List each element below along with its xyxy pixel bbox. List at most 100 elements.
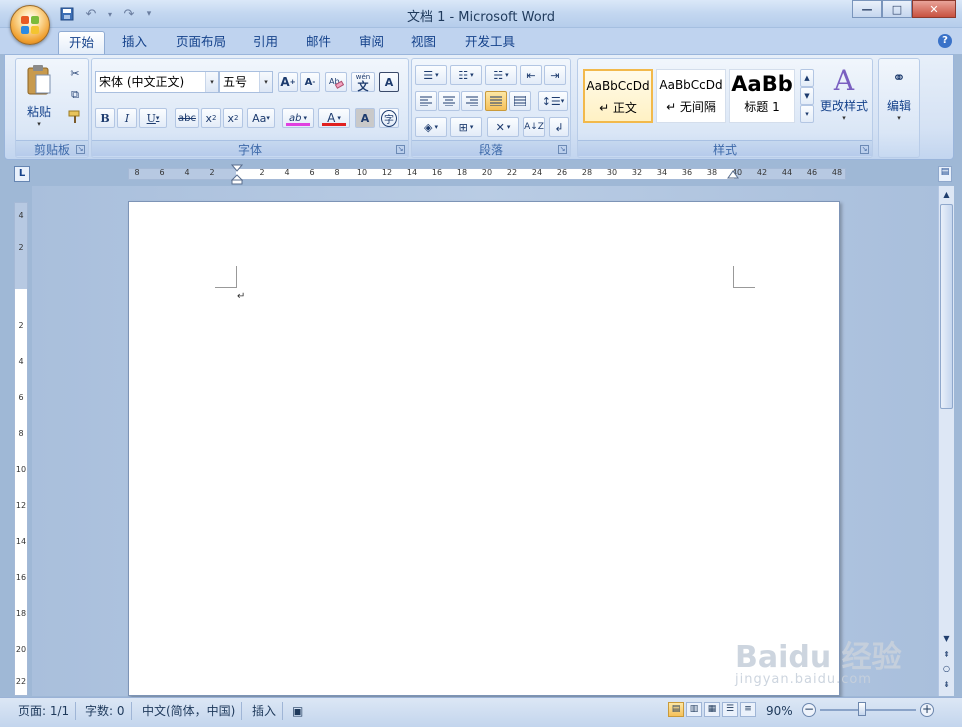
change-case-icon[interactable]: Aa ▾ <box>247 108 275 128</box>
align-center-icon[interactable] <box>438 91 460 111</box>
tab-developer[interactable]: 开发工具 <box>455 31 525 54</box>
paragraph-dialog-launcher[interactable]: ↘ <box>558 145 567 154</box>
zoom-slider-track[interactable] <box>820 709 916 711</box>
shading-icon[interactable]: ◈ ▾ <box>415 117 447 137</box>
insert-mode-indicator[interactable]: 插入 <box>246 702 284 720</box>
full-screen-reading-icon[interactable]: ▥ <box>686 702 702 717</box>
tab-mailings[interactable]: 邮件 <box>296 31 341 54</box>
zoom-out-icon[interactable]: − <box>802 703 816 717</box>
highlight-color-icon[interactable]: ab ▾ <box>282 108 314 128</box>
show-marks-icon[interactable]: ↲ <box>549 117 569 137</box>
watermark-url: jingyan.baidu.com <box>735 672 872 687</box>
font-group: 宋体 (中文正文) ▾ 五号 ▾ A + A- Ab wén 文 A B I U ▾… <box>91 58 409 158</box>
web-layout-icon[interactable]: ▦ <box>704 702 720 717</box>
minimize-button[interactable]: — <box>852 0 882 18</box>
tab-page-layout[interactable]: 页面布局 <box>166 31 236 54</box>
style-heading-1[interactable]: AaBb 标题 1 <box>729 69 795 123</box>
chevron-down-icon: ▾ <box>259 72 272 92</box>
tab-review[interactable]: 审阅 <box>349 31 394 54</box>
styles-scroll-up-icon[interactable]: ▲ <box>800 69 814 87</box>
bold-icon[interactable]: B <box>95 108 115 128</box>
page-count[interactable]: 页面: 1/1 <box>12 702 77 720</box>
font-size-combo[interactable]: 五号 ▾ <box>219 71 273 93</box>
grow-font-icon[interactable]: A + <box>278 72 298 92</box>
change-styles-icon: A <box>833 64 855 97</box>
font-size-value: 五号 <box>223 75 248 89</box>
sort-icon[interactable]: A↓Z <box>523 117 545 137</box>
change-styles-button[interactable]: A 更改样式 ▾ <box>818 63 870 133</box>
window-title: 文档 1 - Microsoft Word <box>406 10 556 25</box>
ruler-tick: 6 <box>309 168 315 177</box>
format-painter-icon[interactable] <box>66 107 84 127</box>
font-name-combo[interactable]: 宋体 (中文正文) ▾ <box>95 71 219 93</box>
ruler-tick: 2 <box>18 243 24 252</box>
tab-home[interactable]: 开始 <box>58 31 106 54</box>
distributed-icon[interactable] <box>509 91 531 111</box>
italic-icon[interactable]: I <box>117 108 137 128</box>
style-no-spacing[interactable]: AaBbCcDd ↵ 无间隔 <box>656 69 726 123</box>
styles-scroll-down-icon[interactable]: ▼ <box>800 87 814 105</box>
justify-icon[interactable] <box>485 91 507 111</box>
style-normal[interactable]: AaBbCcDd ↵ 正文 <box>583 69 653 123</box>
zoom-slider-thumb[interactable] <box>858 702 866 716</box>
tab-insert[interactable]: 插入 <box>112 31 157 54</box>
tab-selector[interactable]: L <box>14 166 30 182</box>
font-color-icon[interactable]: A ▾ <box>318 108 350 128</box>
clear-formatting-icon[interactable]: Ab <box>325 72 347 92</box>
zoom-in-icon[interactable]: + <box>920 703 934 717</box>
align-left-icon[interactable] <box>415 91 437 111</box>
cut-icon[interactable]: ✂ <box>66 63 84 83</box>
underline-icon[interactable]: U ▾ <box>139 108 167 128</box>
line-spacing-icon[interactable]: ↕☰ ▾ <box>538 91 568 111</box>
styles-dialog-launcher[interactable]: ↘ <box>860 145 869 154</box>
multilevel-list-icon[interactable]: ☵ ▾ <box>485 65 517 85</box>
character-border-icon[interactable]: A <box>379 72 399 92</box>
ribbon-tabs: 开始 插入 页面布局 引用 邮件 审阅 视图 开发工具 <box>0 28 962 54</box>
decrease-indent-icon[interactable]: ⇤ <box>520 65 542 85</box>
align-right-icon[interactable] <box>461 91 483 111</box>
vertical-ruler[interactable]: 4 2 2 4 6 8 10 12 14 16 18 20 22 <box>14 202 28 696</box>
borders-icon[interactable]: ⊞ ▾ <box>450 117 482 137</box>
macro-record-icon[interactable]: ▣ <box>286 702 309 720</box>
copy-icon[interactable]: ⧉ <box>66 85 84 105</box>
paste-button[interactable]: 粘贴 ▾ <box>22 63 56 129</box>
help-icon[interactable]: ? <box>938 34 952 48</box>
print-layout-icon[interactable]: ▤ <box>668 702 684 717</box>
close-button[interactable]: ✕ <box>912 0 956 18</box>
chinese-layout-icon[interactable]: ✕ ▾ <box>487 117 519 137</box>
numbering-icon[interactable]: ☷ ▾ <box>450 65 482 85</box>
indent-markers-icon[interactable] <box>231 164 243 186</box>
shrink-font-icon[interactable]: A- <box>300 72 320 92</box>
draft-view-icon[interactable]: ≡ <box>740 702 756 717</box>
right-indent-marker-icon[interactable] <box>727 170 739 180</box>
tab-view[interactable]: 视图 <box>401 31 446 54</box>
language-indicator[interactable]: 中文(简体，中国) <box>136 702 243 720</box>
word-count[interactable]: 字数: 0 <box>79 702 132 720</box>
subscript-icon[interactable]: x2 <box>201 108 221 128</box>
zoom-level[interactable]: 90% <box>760 702 799 720</box>
ruler-tick: 46 <box>806 168 818 177</box>
paragraph-group-label: 段落 <box>412 140 570 157</box>
tab-references[interactable]: 引用 <box>243 31 288 54</box>
outline-view-icon[interactable]: ☰ <box>722 702 738 717</box>
font-dialog-launcher[interactable]: ↘ <box>396 145 405 154</box>
superscript-icon[interactable]: x2 <box>223 108 243 128</box>
view-ruler-icon[interactable]: ▤ <box>938 166 952 182</box>
bullets-icon[interactable]: ☰ ▾ <box>415 65 447 85</box>
strikethrough-icon[interactable]: abc <box>175 108 199 128</box>
document-page[interactable] <box>128 201 840 696</box>
maximize-button[interactable]: □ <box>882 0 912 18</box>
ruler-tick: 48 <box>831 168 843 177</box>
phonetic-guide-icon[interactable]: wén 文 <box>351 72 375 92</box>
scroll-up-icon[interactable]: ▲ <box>939 188 954 202</box>
character-shading-icon[interactable]: A <box>355 108 375 128</box>
vertical-scrollbar[interactable]: ▲ ▼ ⇞ ○ ⇟ <box>938 186 954 696</box>
ruler-tick: 14 <box>406 168 418 177</box>
styles-more-icon[interactable]: ▾ <box>800 105 814 123</box>
editing-button[interactable]: ⚭ 编辑 ▾ <box>881 63 917 133</box>
office-button[interactable] <box>10 5 50 45</box>
scrollbar-thumb[interactable] <box>940 204 953 409</box>
enclose-characters-icon[interactable]: 字 <box>379 108 399 128</box>
increase-indent-icon[interactable]: ⇥ <box>544 65 566 85</box>
clipboard-dialog-launcher[interactable]: ↘ <box>76 145 85 154</box>
